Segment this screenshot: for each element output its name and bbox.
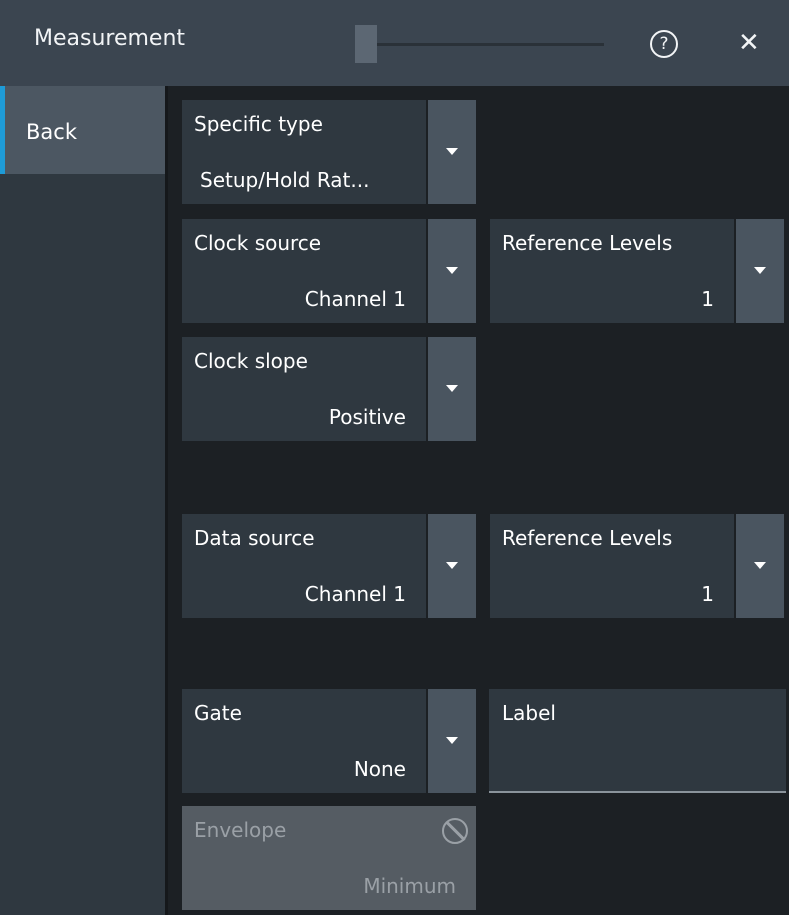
- chevron-down-icon: [754, 562, 766, 569]
- chevron-down-icon: [446, 385, 458, 392]
- field-value: Minimum: [363, 874, 456, 898]
- dropdown-button[interactable]: [428, 689, 476, 793]
- field-value: Positive: [328, 405, 406, 429]
- field-label: Gate: [194, 701, 242, 725]
- specific-type-field[interactable]: Specific type Setup/Hold Rat...: [182, 100, 426, 204]
- dropdown-button[interactable]: [428, 100, 476, 204]
- field-label: Reference Levels: [502, 526, 673, 550]
- field-value: None: [353, 757, 406, 781]
- dropdown-button[interactable]: [428, 514, 476, 618]
- title-bar: Measurement ? ✕: [0, 0, 789, 86]
- field-value: Setup/Hold Rat...: [200, 168, 370, 192]
- sidebar-item-back[interactable]: Back: [0, 86, 165, 174]
- dropdown-button[interactable]: [736, 514, 784, 618]
- transparency-slider-handle[interactable]: [355, 25, 377, 63]
- help-icon[interactable]: ?: [650, 30, 678, 58]
- field-value: 1: [701, 582, 714, 606]
- field-value: Channel 1: [304, 287, 406, 311]
- gate-field[interactable]: Gate None: [182, 689, 426, 793]
- data-source-field[interactable]: Data source Channel 1: [182, 514, 426, 618]
- envelope-field: Envelope Minimum: [182, 806, 476, 910]
- active-indicator: [0, 86, 5, 174]
- chevron-down-icon: [446, 737, 458, 744]
- dropdown-button[interactable]: [428, 337, 476, 441]
- field-value: Channel 1: [304, 582, 406, 606]
- dropdown-button[interactable]: [428, 219, 476, 323]
- clock-slope-field[interactable]: Clock slope Positive: [182, 337, 426, 441]
- label-input[interactable]: [502, 739, 772, 779]
- close-icon[interactable]: ✕: [738, 28, 760, 58]
- field-value: 1: [701, 287, 714, 311]
- window-title: Measurement: [34, 26, 186, 51]
- chevron-down-icon: [446, 267, 458, 274]
- field-label: Clock slope: [194, 349, 308, 373]
- field-label: Reference Levels: [502, 231, 673, 255]
- clock-source-field[interactable]: Clock source Channel 1: [182, 219, 426, 323]
- chevron-down-icon: [446, 148, 458, 155]
- label-field[interactable]: Label: [489, 689, 786, 793]
- blocked-icon: [442, 818, 468, 844]
- chevron-down-icon: [446, 562, 458, 569]
- transparency-slider-track[interactable]: [376, 43, 604, 46]
- field-label: Clock source: [194, 231, 322, 255]
- clock-reference-levels-field[interactable]: Reference Levels 1: [490, 219, 734, 323]
- field-label: Envelope: [194, 818, 287, 842]
- field-label: Data source: [194, 526, 315, 550]
- data-reference-levels-field[interactable]: Reference Levels 1: [490, 514, 734, 618]
- field-label: Specific type: [194, 112, 323, 136]
- sidebar-item-label: Back: [26, 120, 77, 144]
- chevron-down-icon: [754, 267, 766, 274]
- dropdown-button[interactable]: [736, 219, 784, 323]
- field-label: Label: [502, 701, 556, 725]
- sidebar: [0, 86, 165, 915]
